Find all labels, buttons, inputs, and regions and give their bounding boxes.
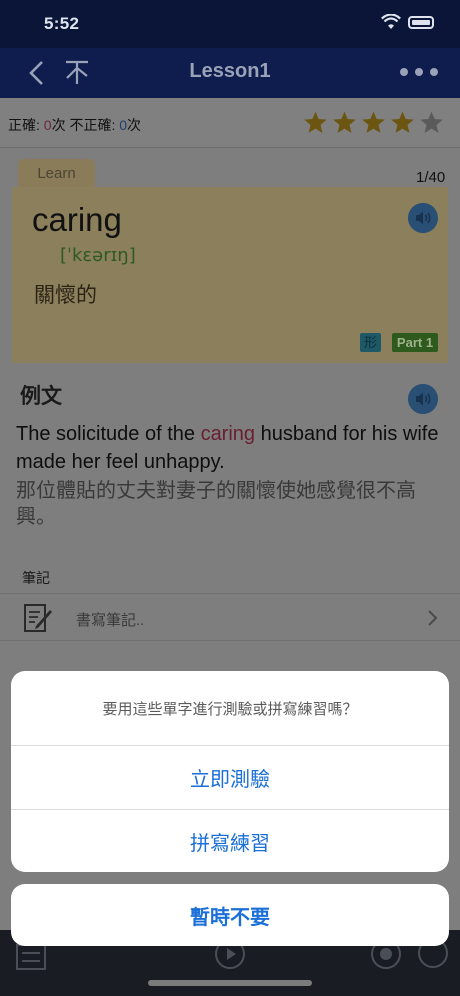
part-of-speech-badge: 形 xyxy=(360,333,381,352)
part-badge: Part 1 xyxy=(392,333,438,352)
example-heading: 例文 xyxy=(20,385,62,408)
home-indicator xyxy=(148,980,312,986)
star-icon-filled[interactable] xyxy=(390,110,415,135)
status-bar: 5:52 xyxy=(0,0,460,48)
star-rating[interactable] xyxy=(303,110,444,135)
vocab-word: caring xyxy=(32,201,122,238)
notepad-icon xyxy=(24,604,52,632)
correct-count: 0 xyxy=(43,117,52,133)
word-meaning: 關懷的 xyxy=(34,284,97,307)
example-text: The solicitude of the xyxy=(16,423,201,445)
status-time: 5:52 xyxy=(44,14,80,33)
times-unit: 次 xyxy=(51,117,66,133)
star-icon-filled[interactable] xyxy=(361,110,386,135)
action-sheet: 要用這些單字進行測驗或拼寫練習嗎？ 立即測驗 拼寫練習 xyxy=(11,671,449,872)
score-bar: 正確: 0次 不正確: 0次 xyxy=(0,98,460,148)
wifi-icon xyxy=(381,14,401,29)
spelling-practice-button[interactable]: 拼寫練習 xyxy=(11,809,449,872)
example-speaker-icon[interactable] xyxy=(408,384,438,414)
not-now-button[interactable]: 暫時不要 xyxy=(11,884,449,946)
notes-label: 筆記 xyxy=(22,570,50,586)
correct-label: 正確: xyxy=(8,117,44,133)
example-sentence-zh: 那位體貼的丈夫對妻子的關懷使她感覺很不高興。 xyxy=(16,480,416,528)
settings-sliders-icon[interactable] xyxy=(16,944,46,970)
word-card: caring [ˈkɛərɪŋ] 關懷的 形 Part 1 xyxy=(12,187,448,363)
example-sentence-en: The solicitude of the caring husband for… xyxy=(16,420,446,476)
chevron-right-icon xyxy=(428,610,438,626)
example-highlight-word: caring xyxy=(200,423,256,445)
learn-tab[interactable]: Learn xyxy=(18,159,95,189)
star-icon-filled[interactable] xyxy=(303,110,328,135)
battery-icon xyxy=(408,16,434,29)
more-options-icon[interactable] xyxy=(400,68,438,78)
star-icon-filled[interactable] xyxy=(332,110,357,135)
note-placeholder: 書寫筆記.. xyxy=(76,612,145,629)
write-note-row[interactable]: 書寫筆記.. xyxy=(0,593,460,641)
star-icon-empty[interactable] xyxy=(419,110,444,135)
score-summary: 正確: 0次 不正確: 0次 xyxy=(8,115,141,135)
learn-tab-label: Learn xyxy=(37,165,76,182)
incorrect-count: 0 xyxy=(119,117,128,133)
times-unit: 次 xyxy=(127,117,142,133)
phonetic: [ˈkɛərɪŋ] xyxy=(60,245,136,266)
card-counter: 1/40 xyxy=(416,169,446,186)
nav-bar: Lesson1 xyxy=(0,48,460,98)
start-quiz-button[interactable]: 立即測驗 xyxy=(11,746,449,809)
incorrect-label: 不正確: xyxy=(65,117,120,133)
speaker-icon[interactable] xyxy=(408,203,438,233)
page-title: Lesson1 xyxy=(189,60,271,82)
action-sheet-prompt: 要用這些單字進行測驗或拼寫練習嗎？ xyxy=(11,671,449,746)
